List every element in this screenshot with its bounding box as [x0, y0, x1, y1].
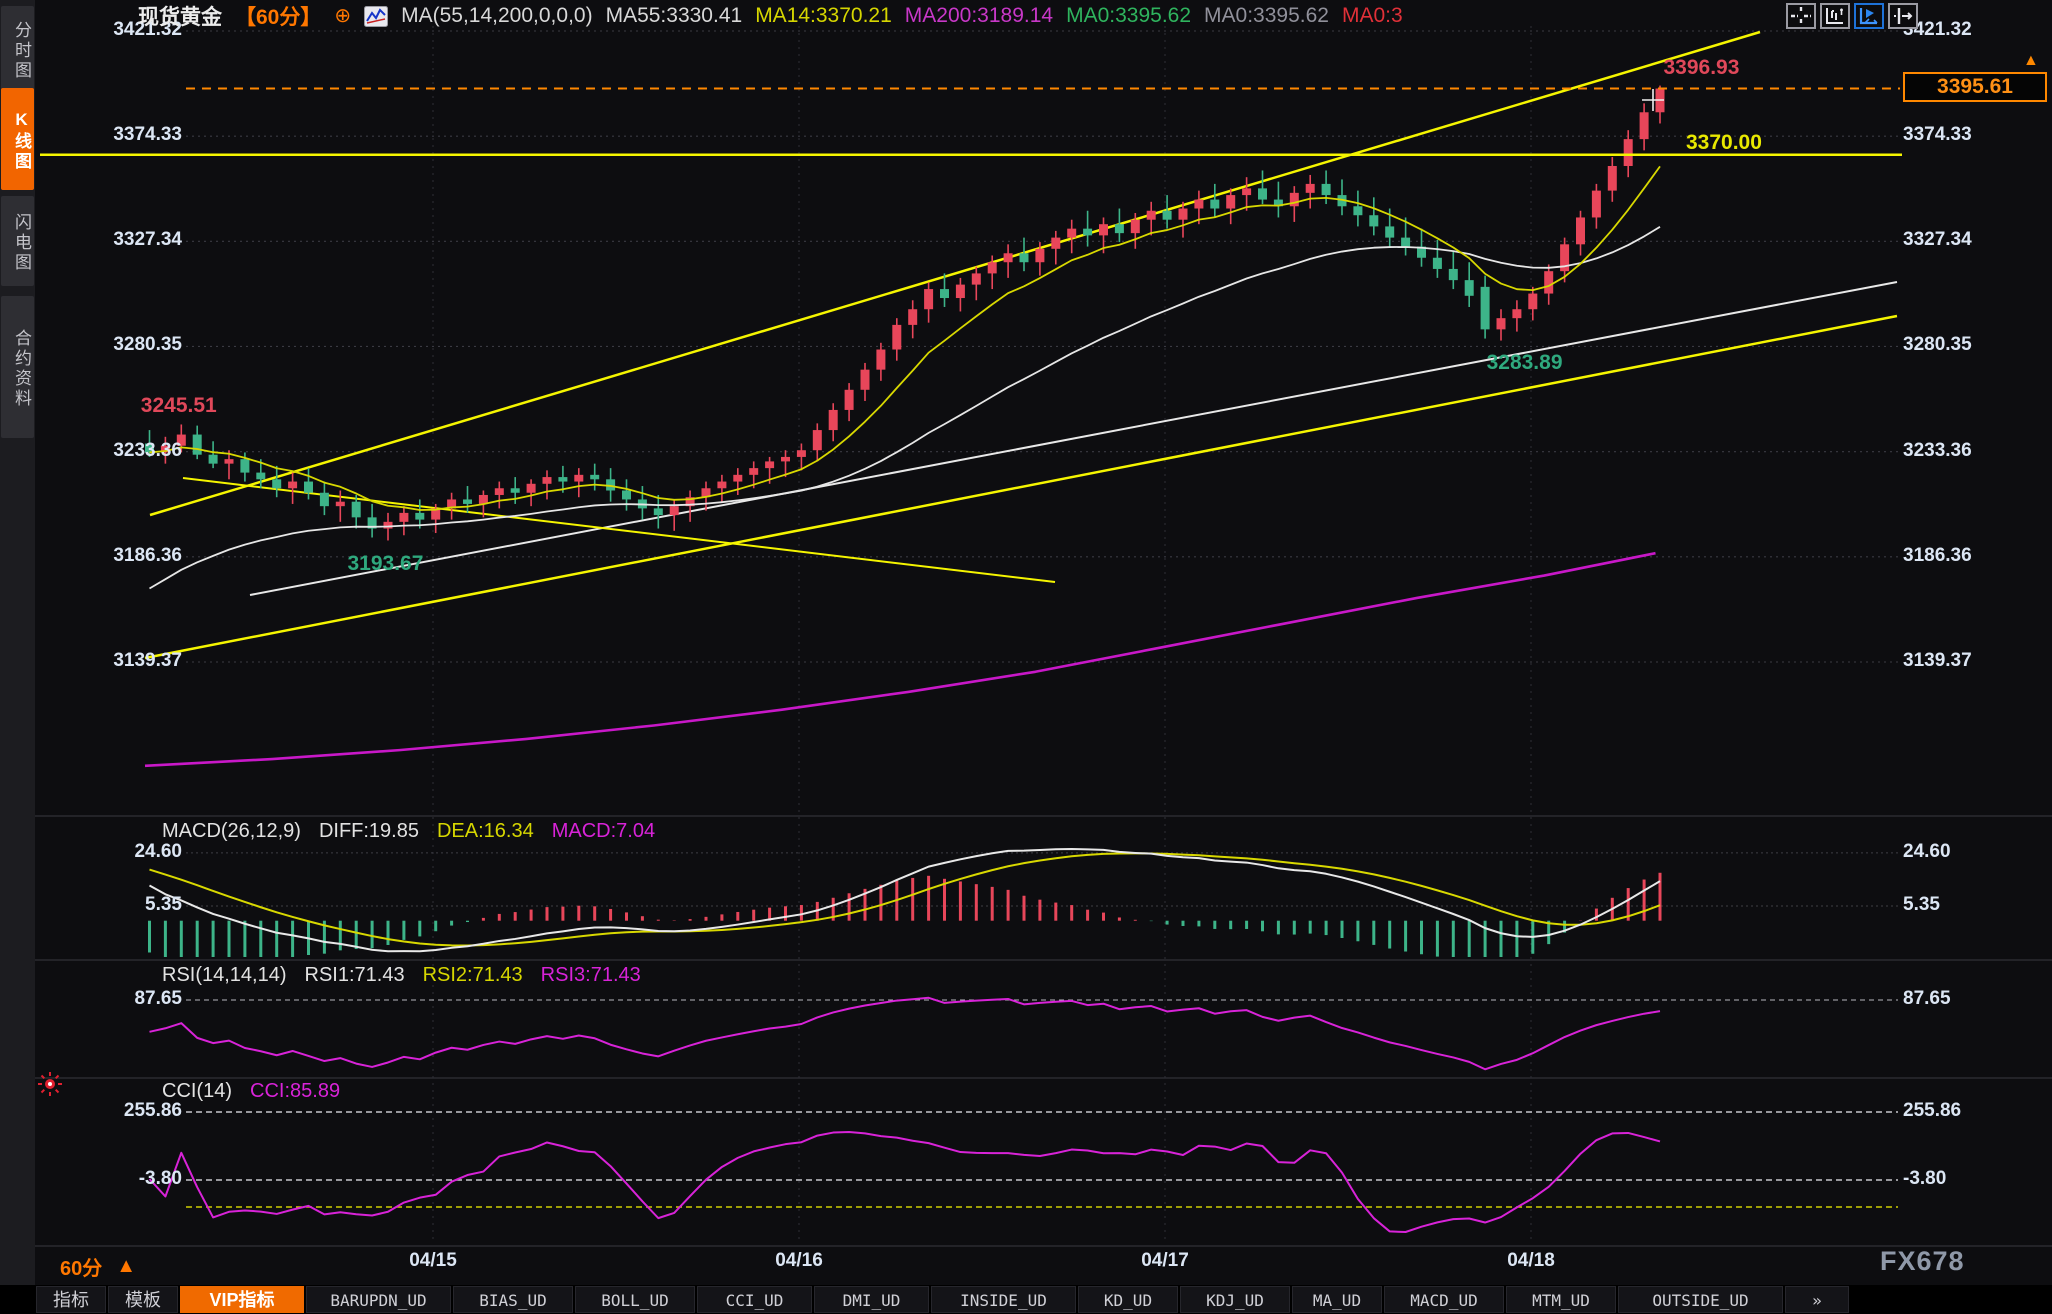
ma200-line [145, 553, 1656, 766]
cci-value: CCI:85.89 [250, 1080, 340, 1103]
toolbar-tab-insideud[interactable]: INSIDE_UD [931, 1286, 1076, 1313]
trading-app: 3421.323421.323374.333374.333327.343327.… [0, 0, 2052, 1314]
crosshair-cursor [1641, 88, 1665, 117]
chart-canvas[interactable] [0, 0, 2052, 1314]
ma-line-price-label: 3370.00 [1686, 131, 1762, 155]
ma0-value-red: MA0:3 [1342, 4, 1403, 28]
symbol-name: 现货黄金 [138, 1, 222, 31]
rsi1-value: RSI1:71.43 [305, 964, 405, 987]
toolbar-tab-kdud[interactable]: KD_UD [1078, 1286, 1178, 1313]
macd-macd-value: MACD:7.04 [552, 820, 655, 843]
ma14-line [150, 166, 1661, 510]
interval-label[interactable]: 【60分】 [235, 1, 321, 31]
rsi-panel-header: RSI(14,14,14) RSI1:71.43 RSI2:71.43 RSI3… [162, 964, 641, 987]
rsi3-value: RSI3:71.43 [541, 964, 641, 987]
sidebar: 分时图 K线图 闪电图 合约资料 [0, 0, 35, 1314]
toolbar-tab-barupdnud[interactable]: BARUPDN_UD [306, 1286, 451, 1313]
footer-interval[interactable]: 60分 ▲ [60, 1252, 136, 1281]
gridlines [186, 26, 1898, 1244]
macd-name: MACD(26,12,9) [162, 820, 301, 843]
trend-lines[interactable] [145, 32, 1897, 658]
ma-params: MA(55,14,200,0,0,0) [401, 4, 592, 28]
chart-legend: 现货黄金 【60分】 ⊕ MA(55,14,200,0,0,0) MA55:33… [138, 3, 1403, 29]
rsi-panel [150, 998, 1661, 1069]
macd-panel-header: MACD(26,12,9) DIFF:19.85 DEA:16.34 MACD:… [162, 820, 655, 843]
ma55-value: MA55:3330.41 [606, 4, 743, 28]
toolbar-tab-maud[interactable]: MA_UD [1292, 1286, 1382, 1313]
cci-panel [150, 1132, 1661, 1232]
toolbar-tab-cciud[interactable]: CCI_UD [697, 1286, 812, 1313]
cci-panel-header: CCI(14) CCI:85.89 [162, 1080, 340, 1103]
toolbar-tab-vip[interactable]: VIP指标 [180, 1286, 304, 1313]
axis-scale-button[interactable] [1820, 3, 1850, 29]
toolbar-tab-[interactable]: » [1785, 1286, 1849, 1313]
rsi-name: RSI(14,14,14) [162, 964, 287, 987]
toolbar-tab-bollud[interactable]: BOLL_UD [575, 1286, 695, 1313]
axis-play-button[interactable] [1854, 3, 1884, 29]
crosshair-tool-button[interactable] [1786, 3, 1816, 29]
add-indicator-icon[interactable]: ⊕ [334, 6, 351, 26]
macd-diff-value: DIFF:19.85 [319, 820, 419, 843]
ma0-value-green: MA0:3395.62 [1066, 4, 1191, 28]
chart-tools [1786, 3, 1918, 29]
sidebar-tab-time-chart[interactable]: 分时图 [1, 6, 34, 92]
live-beacon-icon [36, 1070, 64, 1103]
cci-name: CCI(14) [162, 1080, 232, 1103]
toolbar-tab-dmiud[interactable]: DMI_UD [814, 1286, 929, 1313]
rsi2-value: RSI2:71.43 [423, 964, 523, 987]
macd-panel [150, 849, 1661, 957]
toolbar-tab-biasud[interactable]: BIAS_UD [453, 1286, 573, 1313]
toolbar-tab-mtmud[interactable]: MTM_UD [1506, 1286, 1616, 1313]
sidebar-tab-contract-info[interactable]: 合约资料 [1, 296, 34, 438]
macd-dea-value: DEA:16.34 [437, 820, 534, 843]
ma200-value: MA200:3189.14 [905, 4, 1053, 28]
toolbar-tab-kdjud[interactable]: KDJ_UD [1180, 1286, 1290, 1313]
ma14-value: MA14:3370.21 [755, 4, 892, 28]
footer-interval-arrow-icon: ▲ [116, 1255, 136, 1278]
ma-indicator-icon[interactable] [364, 6, 388, 27]
axis-shift-button[interactable] [1888, 3, 1918, 29]
watermark: FX678 [1880, 1246, 1965, 1277]
sidebar-tab-lightning-chart[interactable]: 闪电图 [1, 196, 34, 286]
toolbar-tab-macdud[interactable]: MACD_UD [1384, 1286, 1504, 1313]
toolbar-tab-[interactable]: 指标 [36, 1286, 106, 1313]
toolbar-tab-outsideud[interactable]: OUTSIDE_UD [1618, 1286, 1783, 1313]
sidebar-tab-kline-chart[interactable]: K线图 [1, 88, 34, 190]
footer-interval-label: 60分 [60, 1252, 102, 1281]
ma0-value-gray: MA0:3395.62 [1204, 4, 1329, 28]
bottom-toolbar: 指标模板VIP指标BARUPDN_UDBIAS_UDBOLL_UDCCI_UDD… [0, 1285, 2052, 1314]
price-up-arrow-icon: ▲ [2023, 52, 2039, 70]
toolbar-tab-[interactable]: 模板 [108, 1286, 178, 1313]
last-price-box: 3395.61 [1903, 72, 2047, 102]
